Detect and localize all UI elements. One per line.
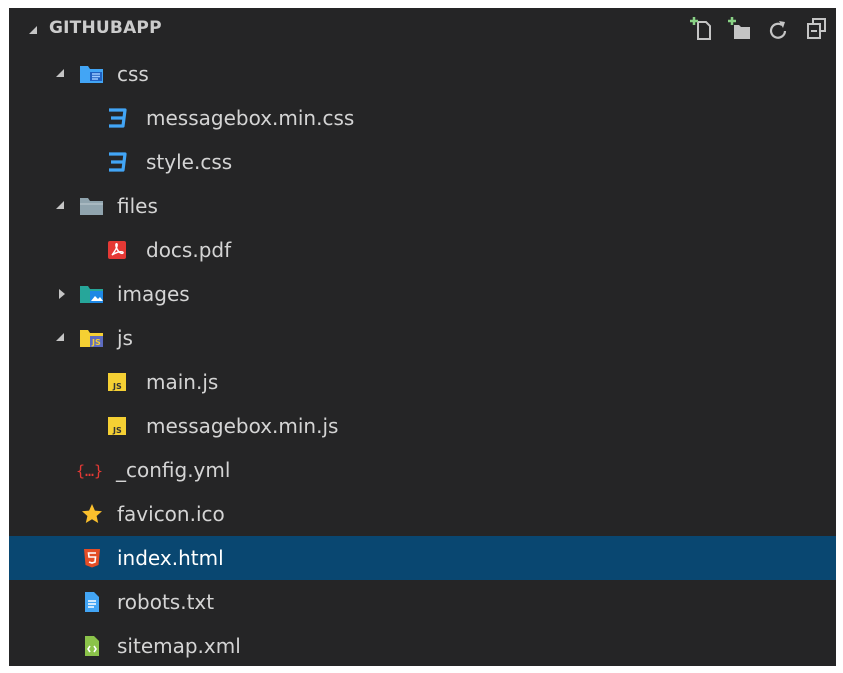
refresh-button[interactable]: [766, 16, 790, 42]
svg-text:JS: JS: [91, 338, 101, 347]
new-folder-button[interactable]: [728, 16, 752, 42]
refresh-icon: [769, 21, 787, 39]
tree-item-label: messagebox.min.js: [146, 414, 339, 438]
tree-item-label: _config.yml: [116, 458, 231, 482]
explorer-actions: [690, 16, 828, 42]
new-file-button[interactable]: [690, 16, 714, 42]
explorer-panel: GITHUBAPP css messagebox.min.css style.c…: [9, 8, 836, 666]
expanded-arrow-icon[interactable]: [56, 201, 64, 209]
css-file-icon: [104, 105, 130, 131]
css-file-icon: [104, 149, 130, 175]
tree-item-file[interactable]: robots.txt: [9, 580, 836, 624]
tree-item-js-folder[interactable]: JS js: [9, 316, 836, 360]
tree-item-file-selected[interactable]: index.html: [9, 536, 836, 580]
tree-item-file[interactable]: docs.pdf: [9, 228, 836, 272]
js-folder-icon: JS: [79, 325, 105, 351]
text-file-icon: [79, 589, 105, 615]
tree-item-label: messagebox.min.css: [146, 106, 355, 130]
tree-item-label: css: [117, 62, 149, 86]
expanded-arrow-icon[interactable]: [56, 69, 64, 77]
tree-item-file[interactable]: JS messagebox.min.js: [9, 404, 836, 448]
folder-icon: [79, 193, 105, 219]
svg-text:{…}: {…}: [76, 462, 103, 480]
js-file-icon: JS: [104, 369, 130, 395]
xml-file-icon: [79, 633, 105, 659]
tree-item-label: sitemap.xml: [117, 634, 241, 658]
tree-item-label: favicon.ico: [117, 502, 225, 526]
tree-item-label: style.css: [146, 150, 233, 174]
css-folder-icon: [79, 61, 105, 87]
collapsed-arrow-icon[interactable]: [59, 289, 65, 299]
collapse-all-icon: [807, 18, 826, 39]
collapse-arrow-icon[interactable]: [29, 26, 37, 34]
tree-item-css-folder[interactable]: css: [9, 52, 836, 96]
tree-item-label: docs.pdf: [146, 238, 232, 262]
pdf-file-icon: [104, 237, 130, 263]
svg-text:JS: JS: [112, 426, 122, 435]
tree-item-label: main.js: [146, 370, 219, 394]
svg-text:JS: JS: [112, 382, 122, 391]
yaml-file-icon: {…}: [75, 457, 109, 483]
tree-item-file[interactable]: {…} _config.yml: [9, 448, 836, 492]
explorer-header[interactable]: GITHUBAPP: [9, 8, 836, 52]
tree-item-label: robots.txt: [117, 590, 215, 614]
tree-item-file[interactable]: sitemap.xml: [9, 624, 836, 666]
favicon-star-icon: [79, 501, 105, 527]
tree-item-file[interactable]: style.css: [9, 140, 836, 184]
html-file-icon: [79, 545, 105, 571]
new-file-icon: [690, 17, 711, 40]
tree-item-images-folder[interactable]: images: [9, 272, 836, 316]
images-folder-icon: [79, 281, 105, 307]
explorer-title: GITHUBAPP: [49, 18, 162, 38]
tree-item-label: index.html: [117, 546, 224, 570]
js-file-icon: JS: [104, 413, 130, 439]
tree-item-label: files: [117, 194, 158, 218]
tree-item-file[interactable]: messagebox.min.css: [9, 96, 836, 140]
tree-item-files-folder[interactable]: files: [9, 184, 836, 228]
collapse-all-button[interactable]: [804, 16, 828, 42]
tree-item-file[interactable]: JS main.js: [9, 360, 836, 404]
tree-item-label: js: [117, 326, 133, 350]
expanded-arrow-icon[interactable]: [56, 333, 64, 341]
tree-item-file[interactable]: favicon.ico: [9, 492, 836, 536]
new-folder-icon: [728, 17, 750, 39]
tree-item-label: images: [117, 282, 190, 306]
